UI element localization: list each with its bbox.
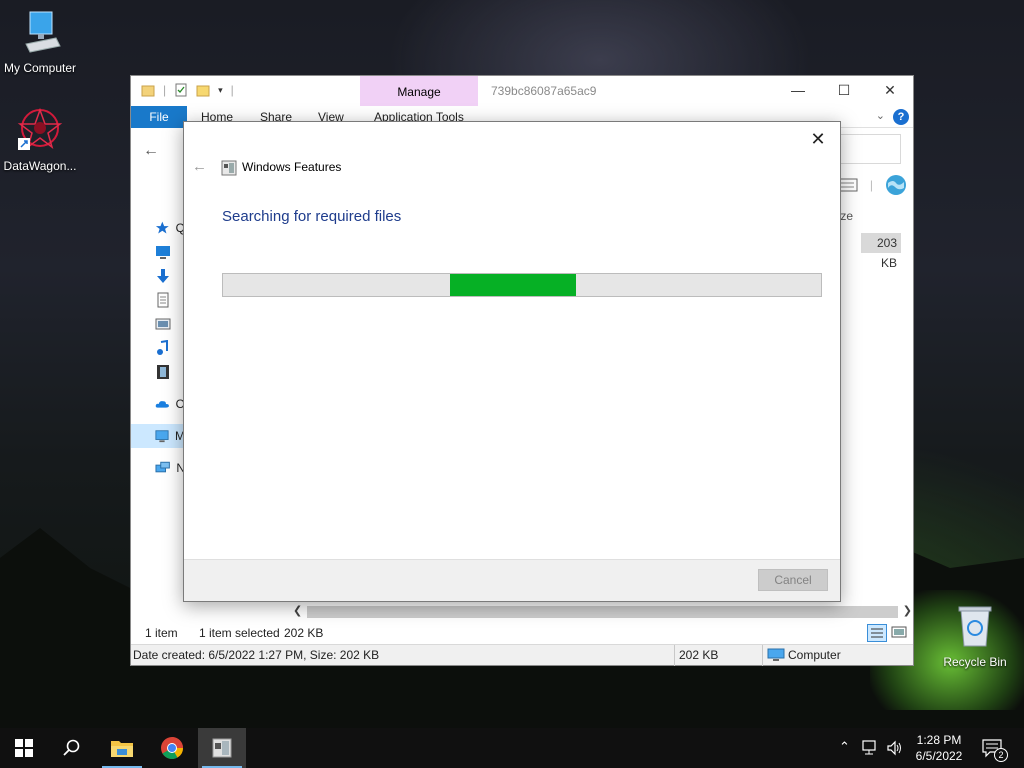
dialog-heading: Searching for required files	[222, 208, 402, 225]
desktop-icon-label: DataWagon...	[3, 159, 77, 173]
taskbar-chrome[interactable]	[148, 728, 196, 768]
quick-access-toolbar: | ▾ |	[141, 83, 234, 97]
scrollbar-thumb[interactable]	[307, 606, 898, 618]
selection-count: 1 item selected	[199, 626, 280, 640]
help-icon[interactable]: ?	[893, 109, 909, 125]
toolbar-right-icons: |	[836, 174, 907, 196]
item-count: 1 item	[145, 626, 178, 640]
details-location: Computer	[788, 648, 841, 662]
details-info: Date created: 6/5/2022 1:27 PM, Size: 20…	[133, 648, 380, 662]
desktop-icon	[156, 246, 170, 259]
folder-icon	[111, 741, 133, 757]
scroll-left-icon[interactable]: ❮	[293, 604, 302, 617]
details-bar: Date created: 6/5/2022 1:27 PM, Size: 20…	[131, 644, 913, 666]
nav-item-this-pc[interactable]: M	[131, 424, 185, 448]
qat-separator: |	[163, 83, 167, 97]
new-folder-icon[interactable]	[196, 83, 210, 97]
navigation-pane: Q O M N	[131, 216, 185, 480]
maximize-icon[interactable]: ☐	[821, 76, 867, 106]
close-icon[interactable]: ✕	[804, 126, 832, 152]
manage-context-tab[interactable]: Manage	[360, 76, 478, 106]
desktop-icon-recycle-bin[interactable]: Recycle Bin	[935, 602, 1015, 669]
downloads-icon	[157, 269, 169, 283]
datawagon-logo-icon	[17, 107, 63, 150]
taskbar-clock[interactable]: 1:28 PM 6/5/2022	[904, 732, 974, 764]
videos-icon	[157, 365, 169, 379]
nav-item-pictures[interactable]	[131, 312, 185, 336]
scroll-right-icon[interactable]: ❯	[903, 604, 912, 617]
progress-bar	[222, 273, 822, 297]
details-separator	[762, 645, 763, 666]
details-view-icon[interactable]	[867, 624, 887, 642]
nav-item-music[interactable]	[131, 336, 185, 360]
windows-features-icon	[221, 160, 237, 176]
volume-icon[interactable]	[886, 740, 904, 756]
search-button[interactable]	[48, 728, 96, 768]
back-arrow-icon[interactable]: ←	[143, 142, 159, 160]
desktop-icon-label: My Computer	[3, 61, 77, 75]
computer-icon	[25, 11, 61, 53]
notification-count-badge: 2	[994, 748, 1008, 762]
nav-item-downloads[interactable]	[131, 264, 185, 288]
dialog-footer: Cancel	[184, 559, 840, 601]
globe-icon[interactable]	[885, 174, 907, 196]
dialog-title: Windows Features	[242, 160, 342, 174]
network-icon[interactable]	[862, 740, 880, 756]
back-arrow-icon[interactable]: ←	[192, 158, 207, 175]
nav-item-network[interactable]: N	[131, 456, 185, 480]
close-icon[interactable]: ✕	[867, 76, 913, 106]
star-icon	[155, 221, 169, 234]
nav-item-quick-access[interactable]: Q	[131, 216, 185, 240]
search-icon	[63, 739, 80, 756]
large-icons-view-icon[interactable]	[891, 625, 907, 639]
status-bar: 1 item 1 item selected 202 KB	[131, 622, 913, 644]
qat-separator: |	[230, 83, 234, 97]
tab-file[interactable]: File	[131, 106, 187, 128]
desktop-icon-label: Recycle Bin	[943, 655, 1007, 669]
nav-item-documents[interactable]	[131, 288, 185, 312]
details-size: 202 KB	[679, 648, 719, 662]
size-column-header[interactable]: ze	[840, 209, 853, 223]
chrome-icon	[161, 737, 183, 759]
start-button[interactable]	[0, 728, 48, 768]
documents-icon	[157, 292, 169, 308]
folder-icon[interactable]	[141, 83, 155, 97]
windows-features-icon	[212, 738, 232, 758]
onedrive-icon	[155, 401, 169, 408]
desktop-icon-datawagon[interactable]: DataWagon...	[0, 106, 80, 173]
clock-date: 6/5/2022	[915, 749, 963, 763]
windows-features-dialog: ✕ ← Windows Features Searching for requi…	[183, 121, 841, 602]
search-box[interactable]	[831, 134, 901, 164]
show-hidden-icons-icon[interactable]: ⌃	[839, 739, 850, 755]
details-separator	[674, 645, 675, 666]
music-icon	[157, 340, 168, 355]
taskbar-file-explorer[interactable]	[98, 728, 146, 768]
properties-icon[interactable]	[174, 83, 188, 97]
window-title: 739bc86087a65ac9	[491, 84, 597, 98]
windows-logo-icon	[15, 739, 33, 757]
pictures-icon	[155, 318, 171, 330]
minimize-icon[interactable]: —	[775, 76, 821, 106]
progress-bar-fill	[450, 274, 576, 296]
desktop-icon-my-computer[interactable]: My Computer	[0, 8, 80, 75]
nav-item-desktop[interactable]	[131, 240, 185, 264]
qat-dropdown-icon[interactable]: ▾	[218, 85, 223, 96]
selection-size: 202 KB	[284, 626, 324, 640]
clock-time: 1:28 PM	[916, 733, 962, 747]
explorer-titlebar[interactable]: | ▾ | Manage 739bc86087a65ac9 — ☐ ✕	[131, 76, 913, 106]
this-pc-icon	[155, 430, 169, 443]
nav-item-videos[interactable]	[131, 360, 185, 384]
recycle-bin-icon	[958, 606, 992, 647]
toolbar-separator: |	[869, 178, 873, 192]
cancel-button[interactable]: Cancel	[758, 569, 828, 591]
network-icon	[155, 461, 170, 473]
horizontal-scrollbar[interactable]: ❮ ❯	[291, 604, 914, 620]
taskbar: ⌃ 1:28 PM 6/5/2022 2	[0, 728, 1024, 768]
window-controls: — ☐ ✕	[775, 76, 913, 106]
computer-icon	[767, 648, 785, 661]
nav-item-onedrive[interactable]: O	[131, 392, 185, 416]
ribbon-collapse-icon[interactable]: ⌄	[876, 109, 885, 122]
file-size-cell[interactable]: 203 KB	[861, 233, 901, 270]
taskbar-windows-features[interactable]	[198, 728, 246, 768]
